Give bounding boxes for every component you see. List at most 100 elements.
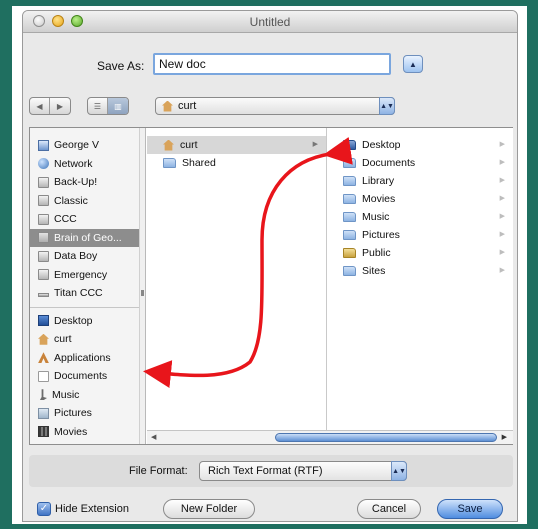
sidebar-item-documents[interactable]: Documents — [30, 367, 145, 386]
sidebar-item-music[interactable]: Music — [30, 386, 145, 405]
chevron-right-icon: ▶ — [499, 249, 505, 256]
column-item-label: Sites — [362, 265, 386, 277]
sidebar-item-label: Movies — [54, 425, 88, 438]
location-popup[interactable]: curt ▲▼ — [155, 97, 395, 115]
popup-stepper-icon: ▲▼ — [379, 97, 395, 115]
thin-disk-icon — [38, 293, 49, 298]
applications-icon — [38, 352, 49, 364]
chevron-right-icon: ▶ — [499, 213, 505, 220]
sidebar-item-george-v[interactable]: George V — [30, 136, 145, 155]
chevron-right-icon: ▶ — [499, 141, 505, 148]
sidebar-item-label: Brain of Geo... — [54, 231, 122, 244]
sidebar-item-network[interactable]: Network — [30, 155, 145, 174]
collapse-disclosure-button[interactable]: ▲ — [403, 55, 423, 73]
column-item-label: Music — [362, 211, 390, 223]
folder-icon — [343, 176, 356, 186]
sidebar-item-desktop[interactable]: Desktop — [30, 312, 145, 331]
movies-icon — [38, 426, 49, 438]
sidebar-item-label: George V — [54, 139, 99, 152]
save-as-input[interactable] — [153, 53, 391, 75]
folder-icon — [343, 158, 356, 168]
disk-icon — [38, 195, 49, 207]
column-item-sites[interactable]: Sites ▶ — [327, 262, 513, 280]
column-item-library[interactable]: Library ▶ — [327, 172, 513, 190]
view-mode-control: ☰ ▥ — [87, 97, 129, 115]
column-item-label: Shared — [182, 157, 216, 169]
folder-icon — [343, 266, 356, 276]
desktop-icon — [38, 315, 49, 327]
sidebar-item-emergency[interactable]: Emergency — [30, 266, 145, 285]
music-icon — [39, 389, 47, 401]
computer-icon — [38, 139, 49, 151]
scrollbar-thumb[interactable] — [275, 433, 497, 442]
file-format-row: File Format: Rich Text Format (RTF) ▲▼ — [29, 455, 513, 487]
disk-icon — [38, 176, 49, 188]
sidebar-item-movies[interactable]: Movies — [30, 423, 145, 442]
column-item-shared[interactable]: Shared — [147, 154, 326, 172]
horizontal-scrollbar[interactable]: ◀ ▶ — [147, 430, 513, 444]
new-folder-button[interactable]: New Folder — [163, 499, 255, 519]
list-view-button[interactable]: ☰ — [88, 98, 108, 114]
sidebar-item-label: curt — [54, 333, 72, 346]
sidebar-item-back-up[interactable]: Back-Up! — [30, 173, 145, 192]
save-dialog: Untitled Save As: ▲ ◀ ▶ ☰ ▥ curt ▲▼ Geor… — [22, 10, 518, 522]
back-button[interactable]: ◀ — [30, 98, 50, 114]
scroll-left-icon[interactable]: ◀ — [151, 433, 156, 441]
column-view-icon: ▥ — [114, 101, 122, 111]
hide-extension-checkbox[interactable]: ✓ — [37, 502, 51, 516]
sidebar: George V Network Back-Up! Classic CCC Br… — [30, 128, 146, 444]
disk-icon — [38, 213, 49, 225]
column-item-curt[interactable]: curt ▶ — [147, 136, 326, 154]
sidebar-item-label: CCC — [54, 213, 77, 226]
sidebar-item-label: Network — [54, 157, 93, 170]
save-as-row: Save As: ▲ — [23, 53, 517, 79]
sidebar-item-classic[interactable]: Classic — [30, 192, 145, 211]
folder-icon — [343, 230, 356, 240]
location-popup-value: curt — [178, 100, 197, 112]
file-format-popup[interactable]: Rich Text Format (RTF) ▲▼ — [199, 461, 407, 481]
cancel-button[interactable]: Cancel — [357, 499, 421, 519]
sidebar-resize-handle[interactable] — [141, 290, 144, 296]
sidebar-item-data-boy[interactable]: Data Boy — [30, 247, 145, 266]
sidebar-item-titan-ccc[interactable]: Titan CCC — [30, 284, 145, 303]
column-item-label: Library — [362, 175, 395, 187]
sidebar-item-ccc[interactable]: CCC — [30, 210, 145, 229]
folder-public-icon — [343, 248, 356, 258]
column-view-button[interactable]: ▥ — [108, 98, 128, 114]
column-item-label: Desktop — [362, 139, 401, 151]
sidebar-item-label: Back-Up! — [54, 176, 98, 189]
sidebar-item-pictures[interactable]: Pictures — [30, 404, 145, 423]
sidebar-item-label: Desktop — [54, 314, 93, 327]
chevron-right-icon: ▶ — [499, 195, 505, 202]
browser-toolbar: ◀ ▶ ☰ ▥ curt ▲▼ — [23, 97, 517, 119]
back-forward-control: ◀ ▶ — [29, 97, 71, 115]
title-bar: Untitled — [23, 11, 517, 33]
column-item-music[interactable]: Music ▶ — [327, 208, 513, 226]
sidebar-item-brain-of-geo[interactable]: Brain of Geo... — [30, 228, 145, 247]
triangle-left-icon: ◀ — [36, 101, 43, 111]
browser-column-curt: Desktop ▶ Documents ▶ Library ▶ Movies ▶… — [327, 128, 513, 444]
sidebar-item-label: Data Boy — [54, 250, 98, 263]
home-icon — [38, 333, 49, 345]
folder-dark-icon — [343, 140, 356, 150]
folder-icon — [343, 212, 356, 222]
sidebar-item-applications[interactable]: Applications — [30, 349, 145, 368]
sidebar-item-curt[interactable]: curt — [30, 330, 145, 349]
forward-button[interactable]: ▶ — [50, 98, 70, 114]
column-item-public[interactable]: Public ▶ — [327, 244, 513, 262]
list-view-icon: ☰ — [93, 101, 102, 111]
column-item-documents[interactable]: Documents ▶ — [327, 154, 513, 172]
sidebar-scrollbar[interactable] — [139, 128, 145, 444]
sidebar-item-label: Documents — [54, 370, 108, 383]
hide-extension-label: Hide Extension — [55, 503, 129, 515]
window-title: Untitled — [249, 15, 291, 29]
triangle-up-icon: ▲ — [409, 59, 417, 69]
column-item-desktop[interactable]: Desktop ▶ — [327, 136, 513, 154]
folder-icon — [163, 158, 176, 168]
save-button[interactable]: Save — [437, 499, 503, 519]
column-item-movies[interactable]: Movies ▶ — [327, 190, 513, 208]
disk-icon — [38, 250, 49, 262]
scroll-right-icon[interactable]: ▶ — [502, 433, 507, 441]
popup-stepper-icon: ▲▼ — [391, 461, 407, 481]
column-item-pictures[interactable]: Pictures ▶ — [327, 226, 513, 244]
